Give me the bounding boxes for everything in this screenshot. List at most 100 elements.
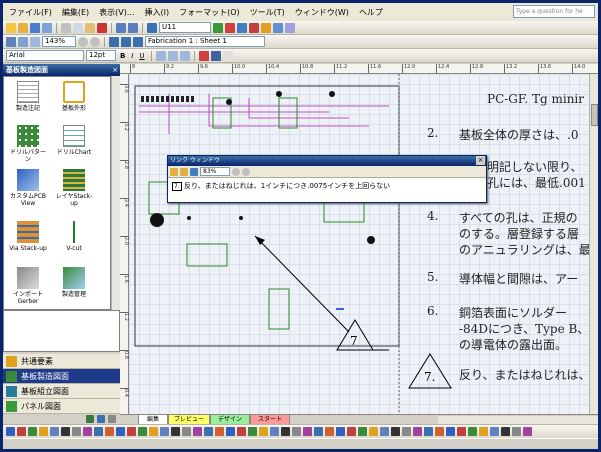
zoom-combo[interactable]: 143%	[42, 36, 76, 47]
drawing-tool-icon[interactable]	[193, 427, 202, 436]
drawing-tool-icon[interactable]	[50, 427, 59, 436]
drawing-tool-icon[interactable]	[446, 427, 455, 436]
stencil-tool-icon[interactable]	[97, 415, 105, 423]
drawing-tool-icon[interactable]	[490, 427, 499, 436]
font-color-icon[interactable]	[198, 50, 209, 61]
drawing-tool-icon[interactable]	[116, 427, 125, 436]
folder-icon[interactable]	[170, 167, 178, 176]
shape-via-stackup[interactable]: Via Stack-up	[8, 221, 48, 252]
style-combo[interactable]: U11	[159, 22, 211, 33]
drawing-tool-icon[interactable]	[391, 427, 400, 436]
drawing-tool-icon[interactable]	[226, 427, 235, 436]
align-right-icon[interactable]	[179, 50, 190, 61]
drawing-tool-icon[interactable]	[369, 427, 378, 436]
close-icon[interactable]: ×	[476, 156, 485, 165]
font-combo[interactable]: Arial	[6, 50, 84, 61]
shape-drill-chart[interactable]: ドリルChart	[54, 125, 94, 156]
folder-open-icon[interactable]	[180, 167, 188, 176]
stencil-panel[interactable]: パネル図面	[3, 399, 120, 414]
drawing-tool-icon[interactable]	[105, 427, 114, 436]
drawing-tool-icon[interactable]	[424, 427, 433, 436]
drawing-tool-icon[interactable]	[314, 427, 323, 436]
size-combo[interactable]: 12pt	[86, 50, 116, 61]
shape-layer-stackup[interactable]: レイヤStack-up	[54, 169, 94, 207]
underline-button[interactable]: U	[137, 52, 146, 60]
drawing-tool-icon[interactable]	[94, 427, 103, 436]
first-page-icon[interactable]	[109, 36, 119, 47]
shape-drill-pattern[interactable]: ドリルパターン	[8, 125, 48, 163]
print-icon[interactable]	[42, 22, 52, 33]
panel-scrollbar[interactable]	[111, 76, 120, 310]
undo-icon[interactable]	[116, 22, 126, 33]
shape-custom-pcb-view[interactable]: カスタムPCB View	[8, 169, 48, 207]
menu-file[interactable]: ファイル(F)	[7, 7, 54, 18]
drawing-tool-icon[interactable]	[303, 427, 312, 436]
cut-icon[interactable]	[61, 22, 71, 33]
drawing-tool-icon[interactable]	[204, 427, 213, 436]
drawing-tool-icon[interactable]	[358, 427, 367, 436]
fit-icon[interactable]	[30, 36, 40, 47]
drawing-tool-icon[interactable]	[259, 427, 268, 436]
link-zoom-combo[interactable]: 83%	[200, 167, 230, 176]
copy-icon[interactable]	[73, 22, 83, 33]
text-tool-icon[interactable]	[147, 22, 157, 33]
layer-icon[interactable]	[237, 22, 247, 33]
pcb-icon[interactable]	[273, 22, 283, 33]
drawing-tool-icon[interactable]	[215, 427, 224, 436]
stencil-tool-icon[interactable]	[86, 415, 94, 423]
drawing-tool-icon[interactable]	[182, 427, 191, 436]
menu-window[interactable]: ウィンドウ(W)	[293, 7, 351, 18]
drawing-canvas[interactable]: 7 7. PC-GF. Tg minir 2. 基板全体の厚さは、.0 明記しな…	[129, 74, 589, 414]
grid-icon[interactable]	[285, 22, 295, 33]
zoom-out-icon[interactable]	[232, 167, 240, 176]
drawing-tool-icon[interactable]	[127, 427, 136, 436]
menu-insert[interactable]: 挿入(I)	[142, 7, 171, 18]
close-icon[interactable]: ×	[112, 64, 118, 76]
drawing-tool-icon[interactable]	[402, 427, 411, 436]
drawing-tool-icon[interactable]	[61, 427, 70, 436]
drawing-tool-icon[interactable]	[336, 427, 345, 436]
page-selector[interactable]: Fabrication 1 : Sheet 1	[145, 36, 265, 47]
paste-icon[interactable]	[85, 22, 95, 33]
stencil-common[interactable]: 共通要素	[3, 354, 120, 369]
stencil-fabrication[interactable]: 基板製造図面	[3, 369, 120, 384]
new-icon[interactable]	[6, 22, 16, 33]
pan-icon[interactable]	[18, 36, 28, 47]
fill-color-icon[interactable]	[222, 50, 233, 61]
drawing-tool-icon[interactable]	[457, 427, 466, 436]
drawing-tool-icon[interactable]	[248, 427, 257, 436]
shape-board-outline[interactable]: 基板外形	[54, 81, 94, 112]
scroll-thumb[interactable]	[591, 104, 598, 126]
align-center-icon[interactable]	[167, 50, 178, 61]
drawing-tool-icon[interactable]	[138, 427, 147, 436]
menu-format[interactable]: フォーマット(O)	[177, 7, 242, 18]
zoom-in-icon[interactable]	[90, 36, 100, 47]
link-icon[interactable]	[225, 22, 235, 33]
redo-icon[interactable]	[128, 22, 138, 33]
drawing-tool-icon[interactable]	[380, 427, 389, 436]
drill-icon[interactable]	[249, 22, 259, 33]
component-icon[interactable]	[261, 22, 271, 33]
zoom-in-icon[interactable]	[242, 167, 250, 176]
connector-icon[interactable]	[213, 22, 223, 33]
bold-button[interactable]: B	[118, 52, 127, 60]
open-icon[interactable]	[18, 22, 28, 33]
drawing-tool-icon[interactable]	[171, 427, 180, 436]
save-icon[interactable]	[30, 22, 40, 33]
drawing-tool-icon[interactable]	[325, 427, 334, 436]
shape-v-cut[interactable]: V-cut	[54, 221, 94, 252]
italic-button[interactable]: I	[129, 52, 135, 60]
line-color-icon[interactable]	[210, 50, 221, 61]
drawing-tool-icon[interactable]	[523, 427, 532, 436]
menu-tools[interactable]: ツール(T)	[248, 7, 287, 18]
zoom-out-icon[interactable]	[78, 36, 88, 47]
drawing-tool-icon[interactable]	[413, 427, 422, 436]
shape-import-gerber[interactable]: インポートGerber	[8, 267, 48, 305]
drawing-tool-icon[interactable]	[468, 427, 477, 436]
stencil-assembly[interactable]: 基板組立図面	[3, 384, 120, 399]
menu-edit[interactable]: 編集(E)	[60, 7, 91, 18]
zoom-icon[interactable]	[6, 36, 16, 47]
drawing-tool-icon[interactable]	[479, 427, 488, 436]
drawing-tool-icon[interactable]	[270, 427, 279, 436]
drawing-tool-icon[interactable]	[160, 427, 169, 436]
